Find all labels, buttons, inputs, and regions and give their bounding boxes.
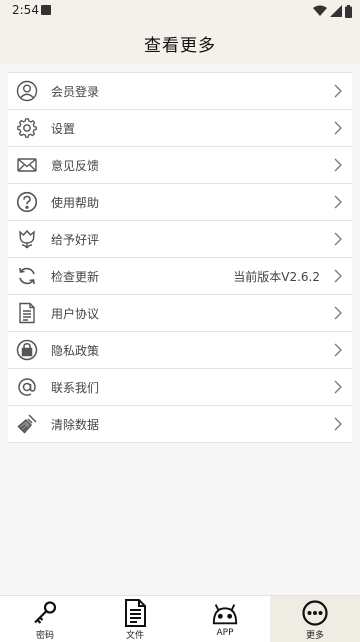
nav-label: 更多	[305, 631, 324, 641]
android-icon	[211, 599, 239, 627]
chevron-right-icon	[334, 158, 342, 172]
more-icon	[301, 599, 329, 627]
signal-icon	[330, 5, 342, 17]
status-icons	[313, 4, 352, 18]
nav-label: 文件	[125, 631, 144, 641]
nav-item-files[interactable]: 文件	[90, 596, 180, 642]
nav-label: APP	[216, 628, 234, 638]
gear-icon	[15, 116, 39, 140]
menu-item-label: 意见反馈	[51, 158, 100, 173]
menu-item-label: 隐私政策	[51, 343, 100, 358]
key-icon	[31, 599, 59, 627]
chevron-right-icon	[334, 343, 342, 357]
at-icon	[15, 375, 39, 399]
status-time: 2:54	[12, 3, 39, 17]
nav-item-app[interactable]: APP	[180, 596, 270, 642]
menu-item-label: 使用帮助	[51, 195, 100, 210]
menu-item-member-login[interactable]: 会员登录	[8, 73, 352, 110]
menu-item-label: 给予好评	[51, 232, 100, 247]
tulip-icon	[15, 227, 39, 251]
bottom-navigation: 密码 文件 APP 更多	[0, 595, 360, 642]
chevron-right-icon	[334, 380, 342, 394]
menu-item-label: 用户协议	[51, 306, 100, 321]
menu-item-label: 设置	[51, 121, 76, 136]
wifi-icon	[313, 5, 327, 17]
nav-item-more[interactable]: 更多	[270, 596, 360, 642]
menu-item-check-update[interactable]: 检查更新 当前版本V2.6.2	[8, 258, 352, 295]
user-icon	[15, 79, 39, 103]
help-icon	[15, 190, 39, 214]
refresh-icon	[15, 264, 39, 288]
chevron-right-icon	[334, 121, 342, 135]
broom-icon	[15, 412, 39, 436]
menu-item-settings[interactable]: 设置	[8, 110, 352, 147]
menu-item-label: 会员登录	[51, 84, 100, 99]
menu-item-privacy-policy[interactable]: 隐私政策	[8, 332, 352, 369]
app-header: 查看更多	[0, 22, 360, 64]
chevron-right-icon	[334, 269, 342, 283]
chevron-right-icon	[334, 195, 342, 209]
file-icon	[121, 599, 149, 627]
status-bar: 2:54	[0, 0, 360, 22]
menu-item-help[interactable]: 使用帮助	[8, 184, 352, 221]
nav-item-passwords[interactable]: 密码	[0, 596, 90, 642]
menu-item-label: 清除数据	[51, 417, 100, 432]
chevron-right-icon	[334, 232, 342, 246]
page-title: 查看更多	[144, 35, 216, 56]
version-text: 当前版本V2.6.2	[233, 269, 320, 284]
menu-item-contact-us[interactable]: 联系我们	[8, 369, 352, 406]
document-icon	[15, 301, 39, 325]
chevron-right-icon	[334, 84, 342, 98]
menu-item-user-agreement[interactable]: 用户协议	[8, 295, 352, 332]
settings-menu: 会员登录 设置 意见反馈 使用帮助 给予好评 检查更新 当前版本V2.6.2 用…	[8, 72, 352, 443]
menu-item-label: 联系我们	[51, 380, 100, 395]
menu-item-label: 检查更新	[51, 269, 100, 284]
lock-icon	[15, 338, 39, 362]
battery-icon	[345, 4, 352, 18]
chevron-right-icon	[334, 417, 342, 431]
mail-icon	[15, 153, 39, 177]
notification-icon	[41, 5, 51, 15]
menu-item-rate[interactable]: 给予好评	[8, 221, 352, 258]
menu-item-feedback[interactable]: 意见反馈	[8, 147, 352, 184]
chevron-right-icon	[334, 306, 342, 320]
nav-label: 密码	[35, 631, 54, 641]
menu-item-clear-data[interactable]: 清除数据	[8, 406, 352, 443]
